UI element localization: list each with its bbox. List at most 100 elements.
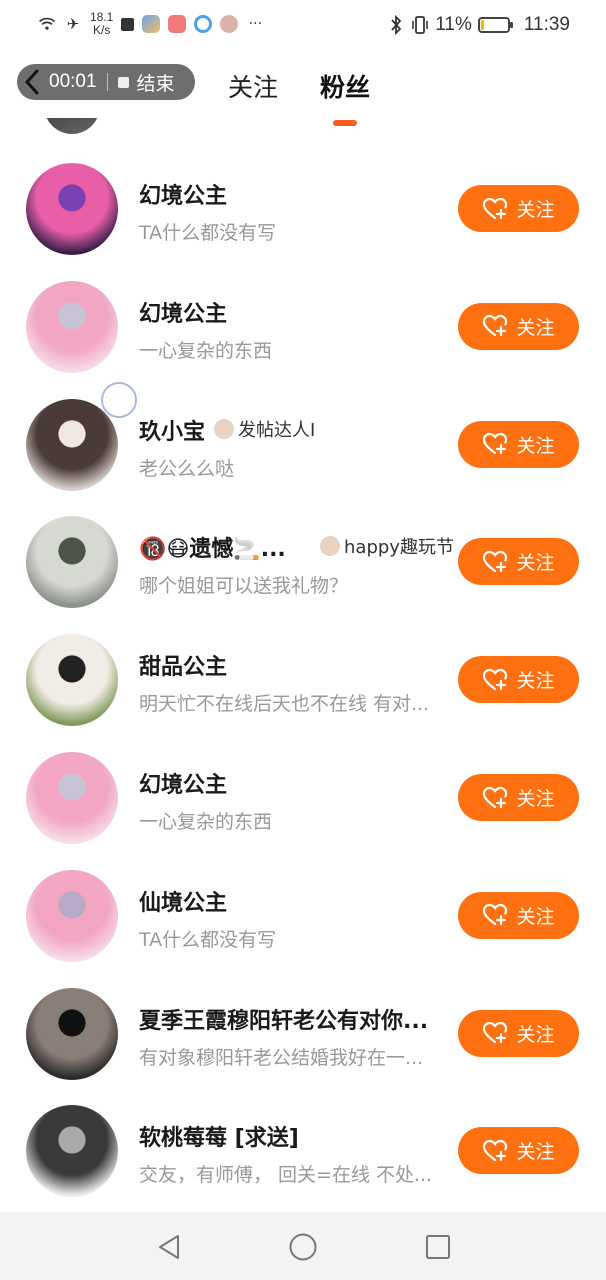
follow-button-label: 关注 [516,316,555,339]
badge-label: 发帖达人I [238,419,316,441]
avatar[interactable] [26,987,118,1080]
triangle-back-icon [159,1235,179,1259]
follower-bio: TA什么都没有写 [139,222,277,244]
avatar[interactable] [26,634,118,727]
wifi-icon [38,15,56,33]
heart-plus-icon [483,432,508,455]
follow-button-label: 关注 [516,905,555,928]
list-item[interactable]: 夏季王霞穆阳轩老公有对你... 有对象穆阳轩老公结婚我好在一... 关注 [0,987,606,1105]
follow-button[interactable]: 关注 [458,538,579,586]
list-item[interactable]: 仙境公主 TA什么都没有写 关注 [0,869,606,987]
follow-button-label: 关注 [516,1141,555,1164]
heart-plus-icon [483,904,508,926]
screen-recorder-pill[interactable]: 00:01 结束 [17,64,195,100]
list-item[interactable]: 甜品公主明天忙不在线后天也不在线 有对... 关注 [0,633,606,751]
avatar[interactable] [26,1105,118,1198]
follower-bio: 一心复杂的东西 [139,339,273,362]
status-bar-right: 11% 11:39 [387,12,570,38]
avatar[interactable] [26,163,118,255]
follow-button[interactable]: 关注 [458,1009,579,1057]
list-item[interactable]: 软桃莓莓 [求送] 交友，有师傅， 回关=在线 不处... 关注 [0,1104,606,1212]
circle-home-icon [289,1233,317,1261]
follower-bio: 明天忙不在线后天也不在线 有对... [139,693,430,716]
follower-name[interactable]: 幻境公主 [139,178,227,210]
heart-plus-icon [483,1139,508,1161]
badge-label: happy趣玩节 [344,537,454,559]
follower-bio: 哪个姐姐可以送我礼物？ [139,575,349,598]
stop-recording-button[interactable]: 结束 [137,69,175,96]
follow-button[interactable]: 关注 [458,774,579,821]
follow-button[interactable]: 关注 [458,656,579,704]
user-badge: 发帖达人I [214,416,315,442]
list-item[interactable]: 幻境公主 TA什么都没有写 关注 [0,162,606,280]
follower-bio: TA什么都没有写 [139,928,277,951]
follow-button-label: 关注 [516,434,555,457]
heart-plus-icon [483,315,508,337]
nav-back-button[interactable] [154,1232,184,1262]
list-item[interactable]: 🔞😷遗憾🚬... happy趣玩节哪个姐姐可以送我礼物？ 关注 [0,515,606,633]
follower-name[interactable]: 玖小宝 [139,414,205,446]
divider [106,73,108,91]
bluetooth-icon [387,15,405,35]
status-bar: ✈ 18.1 K/s ··· 11% 11:39 [0,0,606,50]
avatar[interactable] [26,398,118,491]
more-icon: ··· [248,16,263,32]
follower-name[interactable]: 仙境公主 [139,885,227,917]
follow-button-label: 关注 [516,788,555,810]
follower-name[interactable]: 幻境公主 [139,767,227,799]
follow-button[interactable]: 关注 [458,302,579,350]
status-bar-left: ✈ 18.1 K/s ··· [38,8,264,40]
avatar[interactable] [26,516,118,609]
follower-name[interactable]: 软桃莓莓 [求送] [139,1120,299,1152]
follower-name[interactable]: 甜品公主 [139,649,227,681]
follow-button[interactable]: 关注 [458,1127,579,1175]
heart-plus-icon [483,786,508,808]
avatar[interactable] [26,752,118,844]
follower-bio: 有对象穆阳轩老公结婚我好在一... [139,1046,424,1069]
app-icon [194,15,213,33]
network-speed: 18.1 K/s [90,10,114,37]
follower-bio: 交友，有师傅， 回关=在线 不处... [139,1164,433,1187]
square-recents-icon [426,1235,450,1259]
nav-recents-button[interactable] [423,1232,453,1262]
follow-button[interactable]: 关注 [458,891,579,939]
follower-bio: 一心复杂的东西 [139,811,273,833]
recording-timer: 00:01 [49,71,97,92]
follow-button-label: 关注 [516,199,555,221]
list-item[interactable]: 幻境公主一心复杂的东西 关注 [0,280,606,398]
follower-name[interactable]: 🔞😷遗憾🚬... [139,531,286,563]
tab-followers[interactable]: 粉丝 [320,68,370,112]
clock: 11:39 [523,14,570,35]
follower-list[interactable]: 幻境公主 TA什么都没有写 关注 幻境公主 一心复杂的东西 关注 玖小宝 发帖达人I 老公么么哒… [0,118,606,1212]
app-icon [142,15,161,33]
follower-name[interactable]: 幻境公主 [139,296,227,328]
app-icon [168,15,187,33]
chevron-left-icon [24,69,39,95]
avatar[interactable] [44,118,100,134]
heart-plus-icon [483,668,508,690]
list-item[interactable]: 幻境公主一心复杂的东西 关注 [0,751,606,869]
tab-following[interactable]: 关注 [228,68,278,112]
heart-plus-icon [483,550,508,572]
nav-home-button[interactable] [288,1232,318,1262]
battery-icon [477,17,513,33]
follower-bio: 老公么么哒 [139,457,235,480]
follow-button-label: 关注 [516,670,555,693]
system-nav-bar [0,1212,606,1280]
user-badge: happy趣玩节 [320,533,454,559]
notification-icon [121,17,135,31]
back-button[interactable] [17,64,47,100]
battery-percent: 11% [435,14,472,35]
badge-icon [214,418,234,439]
follow-button-label: 关注 [516,1023,555,1046]
avatar[interactable] [26,869,118,962]
follow-button[interactable]: 关注 [458,185,579,232]
follow-button-label: 关注 [516,552,555,575]
list-item[interactable]: 玖小宝 发帖达人I 老公么么哒 关注 [0,398,606,516]
heart-plus-icon [483,197,508,219]
follow-button[interactable]: 关注 [458,420,579,468]
stop-icon [117,76,129,88]
avatar[interactable] [26,280,118,373]
follower-name[interactable]: 夏季王霞穆阳轩老公有对你... [139,1003,428,1035]
airplane-icon: ✈ [66,15,80,33]
